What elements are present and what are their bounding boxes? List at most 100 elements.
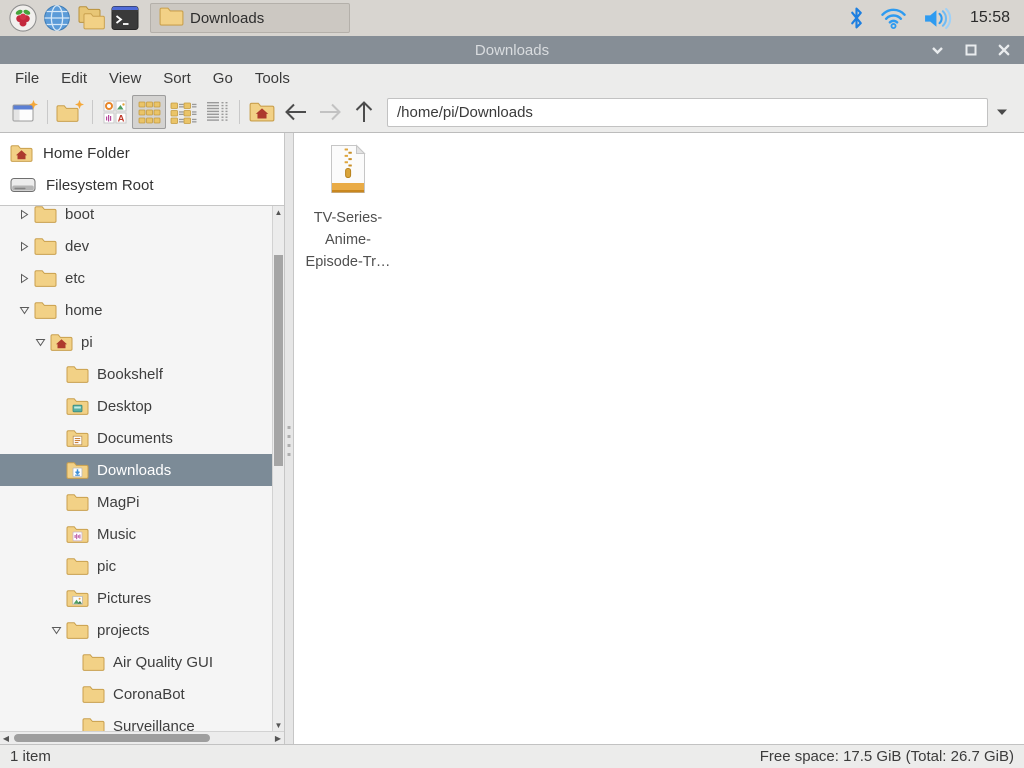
tree-item-label: CoronaBot <box>113 685 185 703</box>
menu-tools[interactable]: Tools <box>244 70 301 87</box>
vertical-scrollbar-thumb[interactable] <box>274 255 283 466</box>
tree-item-magpi[interactable]: MagPi <box>0 486 272 518</box>
tree-item-label: Bookshelf <box>97 365 163 383</box>
folder-icon <box>159 6 184 31</box>
window-titlebar[interactable]: Downloads <box>0 36 1024 64</box>
place-item-home-folder[interactable]: Home Folder <box>0 137 294 169</box>
statusbar: 1 item Free space: 17.5 GiB (Total: 26.7… <box>0 744 1024 768</box>
scroll-up-arrow[interactable]: ▲ <box>273 206 284 218</box>
volume-icon[interactable] <box>923 7 954 30</box>
sidebar: Home Folder Filesystem Root boot dev etc hom… <box>0 133 294 744</box>
folder-downloads-icon <box>66 461 89 480</box>
web-browser-icon[interactable] <box>40 2 74 34</box>
up-button[interactable] <box>347 95 381 129</box>
separator <box>92 100 93 124</box>
place-label: Filesystem Root <box>46 176 154 194</box>
menu-sort[interactable]: Sort <box>152 70 202 87</box>
folder-desktop-icon <box>66 397 89 416</box>
folder-icon <box>34 237 57 256</box>
separator <box>47 100 48 124</box>
window-title: Downloads <box>474 41 550 59</box>
icon-view-button[interactable] <box>132 95 166 129</box>
svg-text:A: A <box>118 114 125 125</box>
tree-item-music[interactable]: Music <box>0 518 272 550</box>
file-manager-icon[interactable] <box>74 2 108 34</box>
file-name: TV-Series- Anime- Episode-Tr… <box>305 210 391 270</box>
vertical-scrollbar[interactable]: ▲ ▼ <box>272 206 284 731</box>
tree-item-air-quality-gui[interactable]: Air Quality GUI <box>0 646 272 678</box>
menu-view[interactable]: View <box>98 70 152 87</box>
folder-icon <box>34 206 57 224</box>
horizontal-scrollbar[interactable]: ◀ ▶ <box>0 731 284 744</box>
tree-item-downloads[interactable]: Downloads <box>0 454 272 486</box>
free-space-text: Free space: 17.5 GiB (Total: 26.7 GiB) <box>759 748 1014 765</box>
tree-item-documents[interactable]: Documents <box>0 422 272 454</box>
expander-expanded-icon[interactable] <box>32 338 48 347</box>
compact-view-button[interactable] <box>166 95 200 129</box>
folder-icon <box>34 301 57 320</box>
forward-button[interactable] <box>313 95 347 129</box>
task-button-label: Downloads <box>190 9 265 27</box>
expander-collapsed-icon[interactable] <box>16 273 32 284</box>
folder-icon <box>82 685 105 704</box>
scroll-left-arrow[interactable]: ◀ <box>0 732 12 744</box>
tree-item-projects[interactable]: projects <box>0 614 272 646</box>
tree-item-bookshelf[interactable]: Bookshelf <box>0 358 272 390</box>
folder-home-icon <box>10 144 33 163</box>
scroll-right-arrow[interactable]: ▶ <box>272 732 284 744</box>
horizontal-scrollbar-thumb[interactable] <box>14 734 210 742</box>
path-input[interactable] <box>387 97 988 127</box>
taskbar-task-downloads[interactable]: Downloads <box>150 3 350 33</box>
back-button[interactable] <box>279 95 313 129</box>
menu-go[interactable]: Go <box>202 70 244 87</box>
tree-item-label: Downloads <box>97 461 172 479</box>
menu-file[interactable]: File <box>4 70 50 87</box>
separator <box>239 100 240 124</box>
taskbar: Downloads 15:58 <box>0 0 1024 36</box>
raspberry-menu-icon[interactable] <box>6 2 40 34</box>
minimize-button[interactable] <box>931 46 944 55</box>
thumbnail-view-button[interactable]: A <box>98 95 132 129</box>
tree-item-label: Pictures <box>97 589 152 607</box>
folder-documents-icon <box>66 429 89 448</box>
tree-item-label: etc <box>65 269 86 287</box>
file-view[interactable]: TV-Series- Anime- Episode-Tr… <box>294 133 1024 744</box>
expander-collapsed-icon[interactable] <box>16 241 32 252</box>
tree-item-coronabot[interactable]: CoronaBot <box>0 678 272 710</box>
tree-item-label: Documents <box>97 429 173 447</box>
folder-icon <box>66 365 89 384</box>
folder-pictures-icon <box>66 589 89 608</box>
tree-item-home[interactable]: home <box>0 294 272 326</box>
close-button[interactable] <box>998 44 1010 56</box>
tree-item-dev[interactable]: dev <box>0 230 272 262</box>
file-item-tv-series-anime-episode-tr[interactable]: TV-Series- Anime- Episode-Tr… <box>297 144 399 273</box>
tree-item-pic[interactable]: pic <box>0 550 272 582</box>
place-item-filesystem-root[interactable]: Filesystem Root <box>0 169 294 201</box>
new-window-button[interactable] <box>8 95 42 129</box>
expander-expanded-icon[interactable] <box>16 306 32 315</box>
tree-item-desktop[interactable]: Desktop <box>0 390 272 422</box>
tree-item-pi[interactable]: pi <box>0 326 272 358</box>
pane-splitter[interactable] <box>284 133 294 744</box>
expander-collapsed-icon[interactable] <box>16 209 32 220</box>
toolbar: A <box>0 92 1024 133</box>
maximize-button[interactable] <box>965 44 977 56</box>
scroll-down-arrow[interactable]: ▼ <box>273 719 284 731</box>
expander-expanded-icon[interactable] <box>48 626 64 635</box>
menu-edit[interactable]: Edit <box>50 70 98 87</box>
home-button[interactable] <box>245 95 279 129</box>
tree-item-etc[interactable]: etc <box>0 262 272 294</box>
folder-music-icon <box>66 525 89 544</box>
path-dropdown-button[interactable] <box>988 95 1016 129</box>
terminal-icon[interactable] <box>108 2 142 34</box>
tree-item-pictures[interactable]: Pictures <box>0 582 272 614</box>
clock[interactable]: 15:58 <box>970 9 1010 27</box>
places-list: Home Folder Filesystem Root <box>0 133 294 206</box>
detailed-view-button[interactable] <box>200 95 234 129</box>
tree-item-boot[interactable]: boot <box>0 206 272 230</box>
tree-item-label: pic <box>97 557 117 575</box>
wifi-icon[interactable] <box>880 7 907 29</box>
tree-item-label: pi <box>81 333 93 351</box>
bluetooth-icon[interactable] <box>849 6 864 30</box>
new-folder-button[interactable] <box>53 95 87 129</box>
